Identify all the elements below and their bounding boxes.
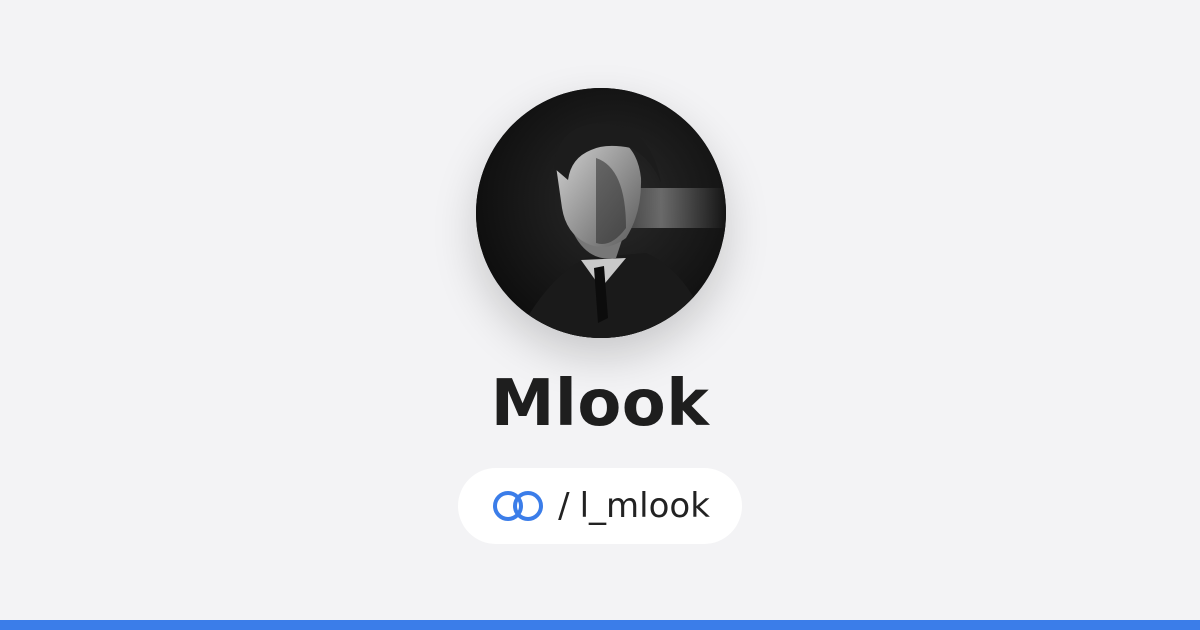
handle-text: l_mlook <box>579 486 710 526</box>
profile-name: Mlook <box>490 367 710 441</box>
profile-handle-link[interactable]: / l_mlook <box>458 468 742 544</box>
link-rings-icon <box>490 489 546 523</box>
handle-separator: / <box>558 486 570 526</box>
avatar-photo <box>476 88 726 338</box>
bottom-accent-bar <box>0 620 1200 630</box>
avatar <box>476 88 726 338</box>
